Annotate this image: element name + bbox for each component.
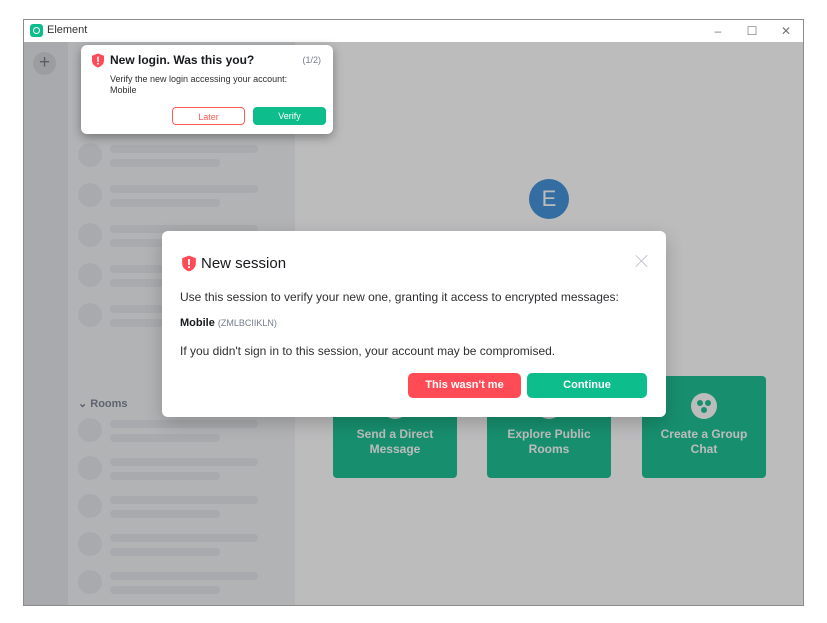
device-name: Mobile bbox=[180, 317, 215, 329]
this-wasnt-me-button[interactable]: This wasn't me bbox=[408, 373, 521, 398]
window-title: Element bbox=[47, 24, 88, 36]
title-bar: Element – ☐ ✕ bbox=[24, 20, 803, 42]
maximize-button[interactable]: ☐ bbox=[735, 20, 769, 42]
close-icon[interactable] bbox=[635, 254, 649, 268]
device-info: Mobile (ZMLBCIIKLN) bbox=[180, 317, 277, 329]
shield-warning-icon bbox=[92, 53, 104, 68]
dialog-warning: If you didn't sign in to this session, y… bbox=[180, 344, 556, 358]
toast-counter: (1/2) bbox=[302, 55, 321, 65]
shield-warning-icon bbox=[182, 255, 196, 272]
toast-description: Verify the new login accessing your acco… bbox=[110, 74, 288, 95]
toast-title: New login. Was this you? bbox=[110, 53, 255, 67]
element-logo-icon bbox=[30, 24, 43, 37]
verify-button[interactable]: Verify bbox=[253, 107, 326, 125]
new-login-toast: New login. Was this you? (1/2) Verify th… bbox=[81, 45, 333, 134]
continue-button[interactable]: Continue bbox=[527, 373, 647, 398]
close-window-button[interactable]: ✕ bbox=[769, 20, 803, 42]
new-session-dialog: New session Use this session to verify y… bbox=[162, 231, 666, 417]
device-id: (ZMLBCIIKLN) bbox=[217, 318, 277, 328]
minimize-button[interactable]: – bbox=[701, 20, 735, 42]
dialog-message: Use this session to verify your new one,… bbox=[180, 290, 619, 304]
later-button[interactable]: Later bbox=[172, 107, 245, 125]
dialog-title: New session bbox=[201, 255, 287, 272]
